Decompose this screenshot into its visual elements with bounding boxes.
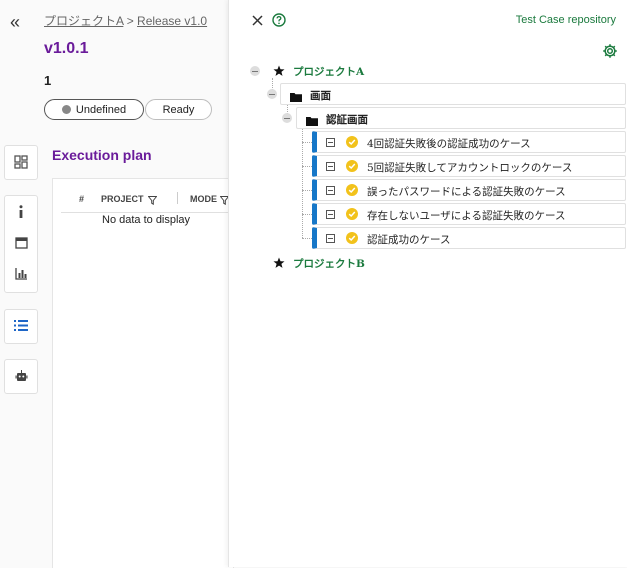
list-icon[interactable] [5, 310, 37, 341]
release-count: 1 [44, 73, 52, 88]
project-name: プロジェクトB [293, 258, 365, 270]
repository-title: Test Case repository [515, 14, 616, 26]
bar-chart-icon[interactable] [5, 258, 37, 289]
collapse-minus-icon[interactable] [326, 162, 335, 171]
automation-nav [4, 359, 38, 394]
project-filter-icon[interactable] [147, 192, 158, 210]
tree-folder-row[interactable]: 認証画面 [296, 107, 626, 129]
folder-name: 認証画面 [326, 114, 368, 126]
status-undefined-pill[interactable]: Undefined [44, 99, 144, 120]
check-circle-icon [346, 160, 358, 172]
test-case-row[interactable]: 認証成功のケース [312, 227, 626, 249]
tree-connector [302, 142, 312, 143]
check-circle-icon [346, 136, 358, 148]
header-divider [61, 212, 233, 213]
close-icon[interactable] [252, 13, 263, 31]
tree-toggle[interactable] [281, 110, 295, 124]
collapse-minus-icon[interactable] [326, 210, 335, 219]
execution-plan-table: # PROJECT MODE No data to display [52, 178, 234, 568]
tree-connector [302, 166, 312, 167]
collapse-sidebar-icon[interactable]: « [10, 12, 20, 33]
collapse-minus-icon[interactable] [267, 89, 277, 99]
gear-icon[interactable] [602, 43, 618, 64]
tree-project-row[interactable]: プロジェクトB [249, 254, 609, 272]
check-circle-icon [346, 184, 358, 196]
test-case-name: 4回認証失敗後の認証成功のケース [367, 138, 531, 150]
folder-name: 画面 [310, 90, 331, 102]
project-name: プロジェクトA [293, 66, 365, 78]
folder-icon [290, 89, 302, 107]
status-dot-icon [61, 105, 71, 114]
tree-project-row[interactable]: プロジェクトA [249, 62, 609, 80]
folder-icon [306, 113, 318, 131]
column-header-index: # [79, 194, 85, 204]
column-divider [177, 192, 178, 204]
test-case-name: 存在しないユーザによる認証失敗のケース [367, 210, 566, 222]
star-icon [273, 256, 285, 274]
tree-connector [302, 238, 312, 239]
test-case-row[interactable]: 4回認証失敗後の認証成功のケース [312, 131, 626, 153]
status-ready-pill[interactable]: Ready [145, 99, 212, 120]
test-case-name: 認証成功のケース [367, 234, 451, 246]
test-case-repository-panel: Test Case repository プロジェクトA 画面 認証画面 4回認… [228, 0, 627, 567]
column-header-project[interactable]: PROJECT [101, 194, 144, 204]
calendar-icon[interactable] [5, 227, 37, 258]
breadcrumb-project-link[interactable]: プロジェクトA [44, 14, 123, 28]
test-case-row[interactable]: 5回認証失敗してアカウントロックのケース [312, 155, 626, 177]
collapse-minus-icon[interactable] [250, 66, 260, 76]
collapse-minus-icon[interactable] [326, 138, 335, 147]
tree-folder-row[interactable]: 画面 [280, 83, 626, 105]
test-case-name: 誤ったパスワードによる認証失敗のケース [367, 186, 566, 198]
table-empty-text: No data to display [102, 214, 191, 226]
collapse-minus-icon[interactable] [326, 186, 335, 195]
collapse-minus-icon[interactable] [326, 234, 335, 243]
dashboard-nav [4, 145, 38, 180]
tree-toggle[interactable] [266, 86, 280, 100]
collapse-minus-icon[interactable] [282, 113, 292, 123]
robot-icon[interactable] [5, 360, 37, 391]
check-circle-icon [346, 232, 358, 244]
details-nav [4, 195, 38, 293]
breadcrumb-release-link[interactable]: Release v1.0 [137, 14, 207, 28]
column-header-mode[interactable]: MODE [190, 194, 217, 204]
dashboard-icon[interactable] [5, 146, 37, 177]
tree-connector [302, 190, 312, 191]
test-case-row[interactable]: 誤ったパスワードによる認証失敗のケース [312, 179, 626, 201]
info-icon[interactable] [5, 196, 37, 227]
test-case-name: 5回認証失敗してアカウントロックのケース [367, 162, 573, 174]
help-icon[interactable] [272, 13, 286, 32]
breadcrumb: プロジェクトA > Release v1.0 [44, 12, 207, 29]
star-icon [273, 64, 285, 82]
list-nav [4, 309, 38, 344]
test-case-row[interactable]: 存在しないユーザによる認証失敗のケース [312, 203, 626, 225]
breadcrumb-separator: > [126, 14, 134, 28]
status-undefined-label: Undefined [75, 103, 127, 116]
tree-connector [302, 214, 312, 215]
release-version-title: v1.0.1 [44, 40, 89, 57]
check-circle-icon [346, 208, 358, 220]
execution-plan-title: Execution plan [52, 147, 152, 163]
status-ready-label: Ready [162, 103, 195, 116]
